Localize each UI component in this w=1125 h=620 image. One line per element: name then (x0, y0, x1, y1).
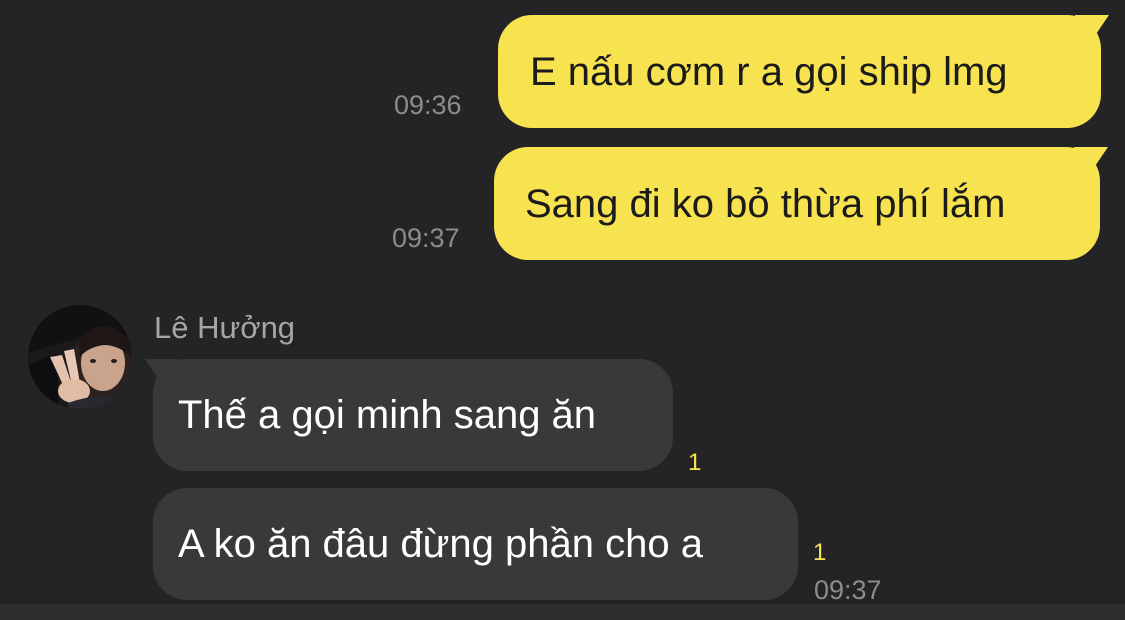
unread-count-badge: 1 (688, 449, 702, 476)
message-text: A ko ăn đâu đừng phần cho a (178, 522, 703, 566)
bubble-tail-icon (1075, 15, 1109, 45)
avatar-photo-icon (28, 305, 132, 409)
outgoing-message-bubble[interactable]: Sang đi ko bỏ thừa phí lắm (494, 147, 1108, 260)
bubble-tail-icon (1074, 147, 1108, 177)
incoming-message-bubble[interactable]: A ko ăn đâu đừng phần cho a (153, 488, 798, 600)
sender-name: Lê Hưởng (154, 310, 296, 345)
input-bar-edge (0, 604, 1125, 620)
incoming-message-bubble[interactable]: Thế a gọi minh sang ăn (145, 359, 673, 471)
message-timestamp: 09:37 (814, 575, 882, 605)
message-text: Sang đi ko bỏ thừa phí lắm (525, 181, 1006, 226)
message-text: E nấu cơm r a gọi ship lmg (530, 49, 1008, 94)
message-text: Thế a gọi minh sang ăn (178, 393, 597, 437)
bubble-tail-icon (145, 359, 179, 389)
outgoing-message-bubble[interactable]: E nấu cơm r a gọi ship lmg (498, 15, 1109, 128)
unread-count-badge: 1 (813, 539, 827, 566)
message-timestamp: 09:36 (394, 90, 462, 120)
sender-avatar[interactable] (28, 305, 132, 409)
chat-message-list[interactable]: 09:36 E nấu cơm r a gọi ship lmg 09:37 S… (0, 0, 1125, 605)
message-timestamp: 09:37 (392, 223, 460, 253)
